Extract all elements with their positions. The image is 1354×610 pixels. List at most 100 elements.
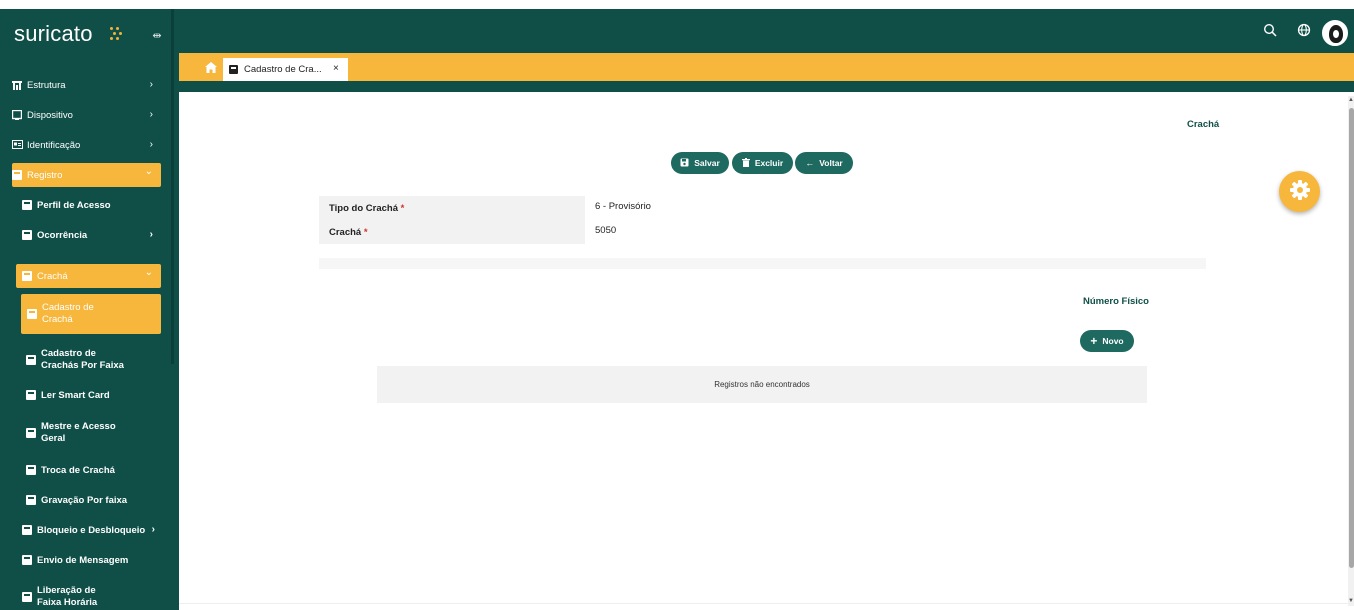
sidebar-item-envio-de-mensagem[interactable]: Envio de Mensagem <box>22 548 161 572</box>
sidebar-item-label: Estrutura <box>27 79 66 91</box>
sidebar-item-estrutura[interactable]: Estrutura › <box>12 73 161 97</box>
cracha-form: Tipo do Crachá * 6 - Provisório Crachá *… <box>319 196 1206 244</box>
doc-icon <box>26 390 36 400</box>
scroll-down-icon[interactable]: ▼ <box>1348 597 1354 605</box>
sidebar-item-label: Ocorrência <box>37 229 88 241</box>
sidebar-item-cadastro-de-cracha[interactable]: Cadastro de Crachá <box>21 294 161 334</box>
cracha-value[interactable]: 5050 <box>595 225 616 236</box>
chevron-right-icon: › <box>149 79 153 90</box>
trash-icon <box>741 157 750 169</box>
cracha-label: Crachá * <box>329 227 368 238</box>
sidebar-item-label: Gravação Por faixa <box>41 494 128 506</box>
sidebar-item-label: Envio de Mensagem <box>37 554 129 566</box>
sidebar-item-gravacao-por-faixa[interactable]: Gravação Por faixa <box>22 488 161 512</box>
chevron-down-icon: ⌄ <box>144 267 153 278</box>
gear-icon <box>1289 179 1311 204</box>
chevron-down-icon: ⌄ <box>144 166 153 177</box>
sidebar-item-liberacao-de-faixa-horaria[interactable]: Liberação de Faixa Horária <box>22 580 161 610</box>
tipo-cracha-value[interactable]: 6 - Provisório <box>595 201 651 212</box>
delete-button[interactable]: Excluir <box>732 152 793 174</box>
scroll-up-icon[interactable]: ▲ <box>1348 96 1354 104</box>
doc-icon <box>22 200 32 210</box>
sidebar-item-cadastro-crachas-por-faixa[interactable]: Cadastro de Crachás Por Faixa <box>22 343 161 377</box>
save-button-label: Salvar <box>694 158 720 168</box>
subsection-title: Número Físico <box>1083 296 1149 307</box>
doc-icon <box>27 309 37 319</box>
sidebar-item-label: Liberação de Faixa Horária <box>37 585 98 608</box>
bottom-divider <box>179 603 1348 604</box>
logo-row: suricato ⇹ <box>0 9 179 61</box>
back-button[interactable]: ← Voltar <box>795 152 853 174</box>
sidebar-item-label: Perfil de Acesso <box>37 199 111 211</box>
doc-icon <box>26 355 36 365</box>
sidebar-item-label: Ler Smart Card <box>41 389 110 401</box>
form-footer-strip <box>319 258 1206 269</box>
sidebar-item-label: Identificação <box>27 139 81 151</box>
user-avatar[interactable] <box>1322 20 1348 46</box>
search-icon[interactable] <box>1262 23 1278 39</box>
save-button[interactable]: Salvar <box>671 152 729 174</box>
tab-bar <box>179 53 1354 81</box>
top-strip <box>0 0 1354 9</box>
device-icon <box>11 109 23 120</box>
sidebar-item-perfil-de-acesso[interactable]: Perfil de Acesso <box>22 193 161 217</box>
scrollbar-thumb[interactable] <box>1349 108 1354 568</box>
chevron-right-icon: › <box>149 109 153 120</box>
sidebar-item-label: Bloqueio e Desbloqueio <box>37 524 146 536</box>
building-icon <box>12 80 22 90</box>
required-mark: * <box>400 203 405 214</box>
required-mark: * <box>363 227 368 238</box>
globe-icon[interactable] <box>1296 23 1312 39</box>
sidebar-item-label: Registro <box>27 169 63 181</box>
close-icon[interactable]: × <box>333 63 339 74</box>
sidebar-item-label: Troca de Crachá <box>41 464 115 476</box>
new-button-label: Novo <box>1102 336 1124 346</box>
doc-icon <box>26 495 36 505</box>
tipo-cracha-label-text: Tipo do Crachá <box>329 203 398 214</box>
doc-icon <box>22 271 32 281</box>
doc-icon <box>22 525 32 535</box>
top-header <box>179 9 1354 53</box>
sidebar-item-ler-smart-card[interactable]: Ler Smart Card <box>22 383 161 407</box>
floppy-icon <box>680 158 689 169</box>
tab-cadastro-de-cracha[interactable]: Cadastro de Cra... × <box>223 58 348 81</box>
empty-message: Registros não encontrados <box>714 380 810 389</box>
collapse-sidebar-icon[interactable]: ⇹ <box>150 29 164 43</box>
delete-button-label: Excluir <box>754 158 784 168</box>
tab-bar-divider <box>179 81 1354 92</box>
app-logo: suricato <box>14 21 93 46</box>
cracha-label-text: Crachá <box>329 227 362 238</box>
empty-records-box: Registros não encontrados <box>377 366 1147 403</box>
sidebar-item-label: Crachá <box>37 270 68 282</box>
sidebar: suricato ⇹ Estrutura › Dispositivo › Ide… <box>0 9 179 610</box>
chevron-right-icon: › <box>149 229 153 240</box>
sidebar-item-label: Cadastro de Crachás Por Faixa <box>41 348 124 371</box>
id-card-icon <box>12 140 23 150</box>
chevron-right-icon: › <box>151 524 155 535</box>
register-icon <box>12 170 22 180</box>
logo-dots-icon <box>108 27 122 41</box>
sidebar-item-cracha[interactable]: Crachá ⌄ <box>16 264 161 288</box>
doc-icon <box>22 230 32 240</box>
arrow-left-icon: ← <box>805 158 815 168</box>
sidebar-item-registro[interactable]: Registro ⌄ <box>12 163 161 187</box>
back-button-label: Voltar <box>819 158 843 168</box>
chevron-right-icon: › <box>149 139 153 150</box>
plus-icon: + <box>1090 334 1098 348</box>
sidebar-item-mestre-e-acesso-geral[interactable]: Mestre e Acesso Geral <box>22 416 161 450</box>
doc-icon <box>26 428 36 438</box>
sidebar-item-identificacao[interactable]: Identificação › <box>12 133 161 157</box>
sidebar-item-label: Mestre e Acesso Geral <box>41 421 116 444</box>
sidebar-item-troca-de-cracha[interactable]: Troca de Crachá <box>22 458 161 482</box>
sidebar-item-label: Cadastro de Crachá <box>42 302 94 325</box>
sidebar-item-label: Dispositivo <box>27 109 73 121</box>
tipo-cracha-label: Tipo do Crachá * <box>329 203 404 214</box>
doc-icon <box>229 65 238 74</box>
settings-fab[interactable] <box>1279 171 1320 212</box>
sidebar-item-bloqueio-e-desbloqueio[interactable]: Bloqueio e Desbloqueio › <box>22 518 161 542</box>
sidebar-item-dispositivo[interactable]: Dispositivo › <box>11 103 161 127</box>
new-button[interactable]: + Novo <box>1080 330 1134 352</box>
home-icon[interactable] <box>205 62 219 74</box>
sidebar-item-ocorrencia[interactable]: Ocorrência › <box>22 223 161 247</box>
doc-icon <box>22 592 32 602</box>
